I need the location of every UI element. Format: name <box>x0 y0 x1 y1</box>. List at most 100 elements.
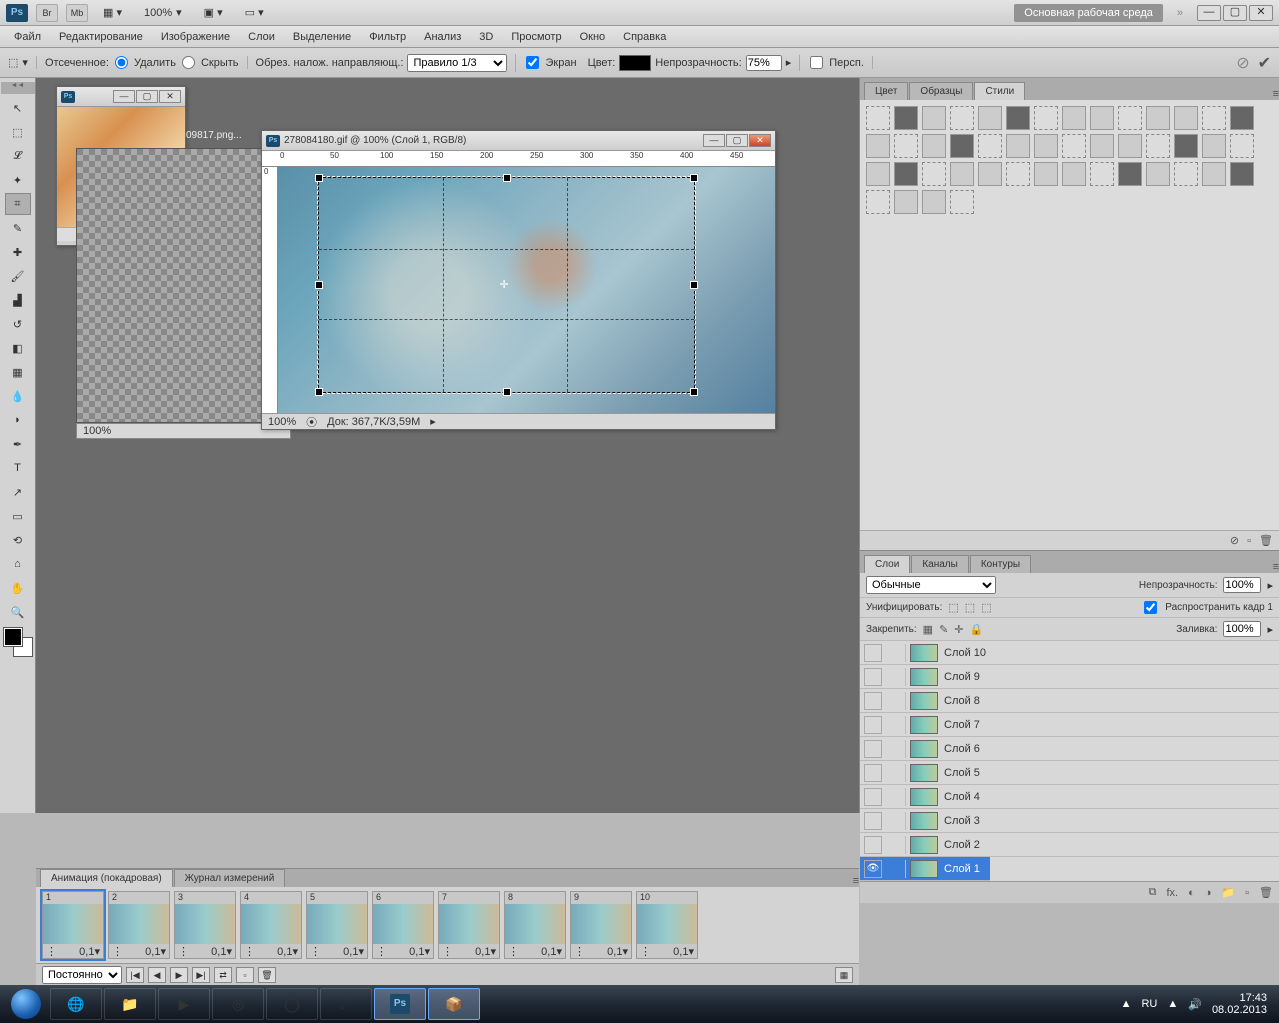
group-icon[interactable]: 📁 <box>1221 886 1235 899</box>
docmain-max[interactable]: ▢ <box>726 134 748 147</box>
layer-list[interactable]: Слой 10Слой 9Слой 8Слой 7Слой 6Слой 5Сло… <box>860 641 1279 881</box>
task-app2[interactable]: ☄ <box>320 988 372 1020</box>
tab-animation[interactable]: Анимация (покадровая) <box>40 869 173 887</box>
tween-button[interactable]: ⇄ <box>214 967 232 983</box>
marquee-tool[interactable]: ⬚ <box>5 121 31 143</box>
crop-tool[interactable]: ⌗ <box>5 193 31 215</box>
minibr-button[interactable]: Mb <box>66 4 88 22</box>
menu-редактирование[interactable]: Редактирование <box>51 28 151 46</box>
opacity-input[interactable] <box>746 55 782 71</box>
ruler-vertical[interactable]: 0 <box>262 167 278 413</box>
animation-frame[interactable]: 4⋮0,1▾ <box>240 891 302 959</box>
style-swatch[interactable] <box>1006 162 1030 186</box>
visibility-toggle[interactable] <box>864 836 882 854</box>
unify-vis-icon[interactable]: ⬚ <box>965 601 975 614</box>
style-swatch[interactable] <box>894 134 918 158</box>
layer-opacity-input[interactable] <box>1223 577 1261 593</box>
style-swatch[interactable] <box>866 190 890 214</box>
lock-pos-icon[interactable]: ✛ <box>954 623 963 636</box>
style-swatch[interactable] <box>950 162 974 186</box>
style-swatch[interactable] <box>1062 106 1086 130</box>
tab-styles[interactable]: Стили <box>974 82 1025 100</box>
zoom-tool[interactable]: 🔍 <box>5 601 31 623</box>
screen-checkbox[interactable] <box>526 56 539 69</box>
tab-layers[interactable]: Слои <box>864 555 910 573</box>
animation-frame[interactable]: 3⋮0,1▾ <box>174 891 236 959</box>
docmain-close[interactable]: ✕ <box>749 134 771 147</box>
heal-tool[interactable]: ✚ <box>5 241 31 263</box>
doc1-max[interactable]: ▢ <box>136 90 158 103</box>
tab-measure[interactable]: Журнал измерений <box>174 869 286 887</box>
pen-tool[interactable]: ✒ <box>5 433 31 455</box>
layer-row[interactable]: Слой 7 <box>860 713 1279 737</box>
styles-grid[interactable] <box>860 100 1279 530</box>
menu-справка[interactable]: Справка <box>615 28 674 46</box>
task-photoshop[interactable]: Ps <box>374 988 426 1020</box>
shape-tool[interactable]: ▭ <box>5 505 31 527</box>
style-swatch[interactable] <box>1146 162 1170 186</box>
lock-trans-icon[interactable]: ▦ <box>923 623 933 636</box>
task-ie[interactable]: 🌐 <box>50 988 102 1020</box>
ruler-horizontal[interactable]: 050100150200250300350400450 <box>262 151 775 167</box>
layer-row[interactable]: Слой 10 <box>860 641 1279 665</box>
zoom-dropdown[interactable]: 100% ▾ <box>137 5 189 20</box>
timeline-switch-button[interactable]: ▦ <box>835 967 853 983</box>
visibility-toggle[interactable] <box>864 716 882 734</box>
guides-select[interactable]: Правило 1/3 <box>407 54 507 72</box>
style-swatch[interactable] <box>1090 106 1114 130</box>
tray-expand-icon[interactable]: ▲ <box>1121 998 1132 1010</box>
dodge-tool[interactable]: ◗ <box>5 409 31 431</box>
style-swatch[interactable] <box>1118 134 1142 158</box>
style-swatch[interactable] <box>1034 162 1058 186</box>
menu-слои[interactable]: Слои <box>240 28 283 46</box>
task-media[interactable]: ▶ <box>158 988 210 1020</box>
loop-select[interactable]: Постоянно <box>42 966 122 984</box>
style-swatch[interactable] <box>1090 134 1114 158</box>
doc-main-canvas[interactable]: ✛ <box>278 167 775 413</box>
menu-анализ[interactable]: Анализ <box>416 28 469 46</box>
play-button[interactable]: ▶ <box>170 967 188 983</box>
style-swatch[interactable] <box>1034 106 1058 130</box>
animation-frame[interactable]: 6⋮0,1▾ <box>372 891 434 959</box>
close-button[interactable]: ✕ <box>1249 5 1273 21</box>
bridge-button[interactable]: Br <box>36 4 58 22</box>
style-swatch[interactable] <box>1230 162 1254 186</box>
visibility-toggle[interactable] <box>864 692 882 710</box>
task-app1[interactable]: ◎ <box>212 988 264 1020</box>
style-swatch[interactable] <box>1146 106 1170 130</box>
tray-clock[interactable]: 17:43 08.02.2013 <box>1212 992 1267 1016</box>
menu-3d[interactable]: 3D <box>471 28 501 46</box>
tray-volume-icon[interactable]: 🔊 <box>1188 998 1202 1011</box>
adjust-icon[interactable]: ◑ <box>1205 887 1212 899</box>
fg-color-swatch[interactable] <box>4 628 22 646</box>
style-swatch[interactable] <box>922 190 946 214</box>
unify-pos-icon[interactable]: ⬚ <box>948 601 958 614</box>
menu-выделение[interactable]: Выделение <box>285 28 359 46</box>
task-explorer[interactable]: 📁 <box>104 988 156 1020</box>
first-frame-button[interactable]: |◀ <box>126 967 144 983</box>
menu-фильтр[interactable]: Фильтр <box>361 28 414 46</box>
style-swatch[interactable] <box>894 106 918 130</box>
doc-window-main[interactable]: Ps 278084180.gif @ 100% (Слой 1, RGB/8) … <box>261 130 776 430</box>
menu-файл[interactable]: Файл <box>6 28 49 46</box>
eraser-tool[interactable]: ◧ <box>5 337 31 359</box>
wand-tool[interactable]: ✦ <box>5 169 31 191</box>
style-swatch[interactable] <box>1174 134 1198 158</box>
style-swatch[interactable] <box>922 134 946 158</box>
delete-radio[interactable] <box>115 56 128 69</box>
task-winrar[interactable]: 📦 <box>428 988 480 1020</box>
style-swatch[interactable] <box>1118 106 1142 130</box>
history-brush-tool[interactable]: ↺ <box>5 313 31 335</box>
task-chrome[interactable]: ◯ <box>266 988 318 1020</box>
style-swatch[interactable] <box>950 190 974 214</box>
style-swatch[interactable] <box>866 106 890 130</box>
system-tray[interactable]: ▲ RU ▲ 🔊 17:43 08.02.2013 <box>1121 992 1275 1016</box>
style-swatch[interactable] <box>950 106 974 130</box>
animation-frame[interactable]: 9⋮0,1▾ <box>570 891 632 959</box>
style-swatch[interactable] <box>922 106 946 130</box>
visibility-toggle[interactable] <box>864 740 882 758</box>
anim-menu-icon[interactable]: ≡ <box>853 875 859 887</box>
animation-frame[interactable]: 2⋮0,1▾ <box>108 891 170 959</box>
style-swatch[interactable] <box>866 162 890 186</box>
visibility-toggle[interactable] <box>864 788 882 806</box>
